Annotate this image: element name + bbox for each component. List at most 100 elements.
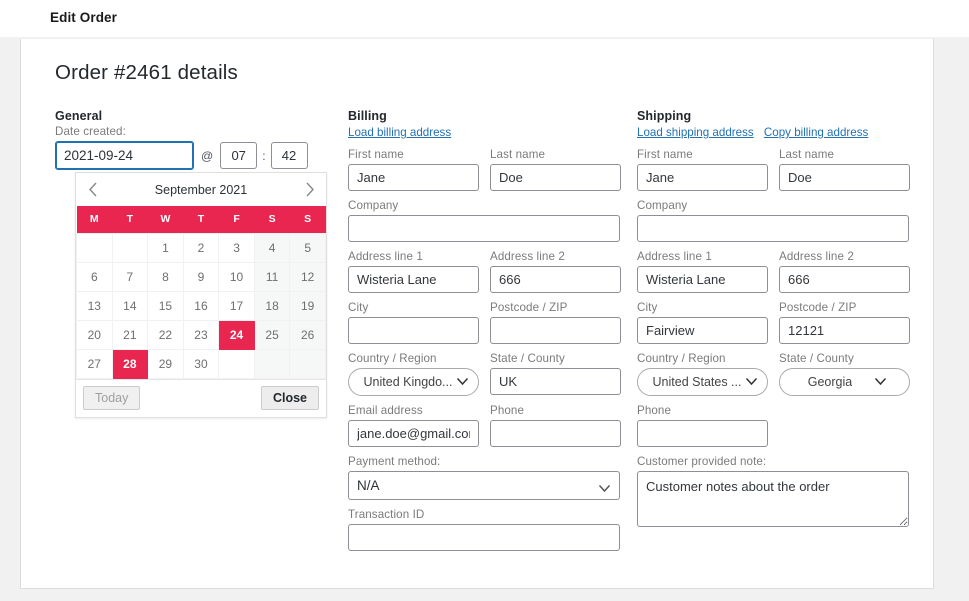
weekday-header: W: [147, 206, 184, 233]
datepicker-header: September 2021: [76, 173, 326, 206]
datepicker-day-cell[interactable]: 6: [76, 261, 113, 292]
billing-company-input[interactable]: [348, 215, 620, 242]
datepicker-day-cell[interactable]: 25: [253, 319, 291, 350]
datepicker-day-cell[interactable]: 1: [147, 232, 184, 263]
shipping-phone-field: Phone: [637, 404, 768, 447]
datepicker-day-cell[interactable]: 30: [182, 348, 220, 379]
shipping-phone-input[interactable]: [637, 420, 768, 447]
datepicker-day-cell[interactable]: 18: [253, 290, 291, 321]
billing-last-name-label: Last name: [490, 148, 546, 161]
chevron-down-icon: [874, 373, 887, 391]
shipping-company-field: Company: [637, 199, 909, 242]
datepicker-day-cell[interactable]: 4: [253, 232, 291, 263]
billing-country-row: Country / Region United Kingdo... State …: [348, 352, 638, 404]
billing-phone-input[interactable]: [490, 420, 621, 447]
billing-last-name-field: Last name: [490, 148, 621, 191]
datepicker-day-cell[interactable]: 2: [182, 232, 220, 263]
datepicker-day-cell[interactable]: 12: [289, 261, 326, 292]
shipping-address2-input[interactable]: [779, 266, 910, 293]
billing-transaction-input[interactable]: [348, 524, 620, 551]
shipping-address1-input[interactable]: [637, 266, 768, 293]
datepicker-day-cell[interactable]: 14: [111, 290, 149, 321]
billing-city-input[interactable]: [348, 317, 479, 344]
datepicker-day-cell[interactable]: 23: [182, 319, 220, 350]
datepicker-week-row: 12345: [76, 232, 326, 263]
datepicker-day-cell[interactable]: 19: [289, 290, 326, 321]
billing-country-select[interactable]: United Kingdo...: [348, 368, 479, 396]
general-heading: General: [55, 109, 103, 123]
datepicker-day-cell[interactable]: 22: [147, 319, 184, 350]
billing-postcode-label: Postcode / ZIP: [490, 301, 568, 314]
weekday-header: T: [183, 206, 219, 233]
datepicker-day-cell[interactable]: 3: [218, 232, 255, 263]
weekday-header: T: [112, 206, 148, 233]
datepicker-day-cell[interactable]: 21: [111, 319, 149, 350]
customer-note-textarea[interactable]: [637, 471, 909, 527]
shipping-last-name-label: Last name: [779, 148, 835, 161]
today-button[interactable]: Today: [83, 385, 141, 410]
billing-last-name-input[interactable]: [490, 164, 621, 191]
datepicker-day-cell[interactable]: 16: [182, 290, 220, 321]
billing-address2-field: Address line 2: [490, 250, 621, 293]
shipping-country-field: Country / Region United States ...: [637, 352, 768, 396]
payment-method-select[interactable]: N/A: [348, 471, 620, 500]
datepicker-day-cell[interactable]: 7: [111, 261, 149, 292]
datepicker-day-cell[interactable]: 11: [253, 261, 291, 292]
shipping-column: Shipping Load shipping address Copy bill…: [637, 109, 929, 535]
copy-billing-address-link[interactable]: Copy billing address: [764, 126, 868, 139]
hour-input[interactable]: [220, 142, 258, 169]
shipping-state-select[interactable]: Georgia: [779, 368, 910, 396]
datepicker-week-row: 27 28 29 30: [76, 348, 326, 379]
datepicker-day-cell[interactable]: 28: [111, 348, 149, 379]
billing-company-label: Company: [348, 199, 399, 212]
browser-top-bar: Edit Order: [0, 0, 969, 37]
time-colon: :: [262, 148, 266, 163]
shipping-first-name-input[interactable]: [637, 164, 768, 191]
billing-first-name-input[interactable]: [348, 164, 479, 191]
date-created-input[interactable]: [55, 141, 194, 170]
datepicker-day-cell[interactable]: 17: [218, 290, 255, 321]
billing-phone-label: Phone: [490, 404, 525, 417]
chevron-left-icon[interactable]: [78, 173, 108, 206]
datepicker-day-cell[interactable]: 5: [289, 232, 326, 263]
datepicker-day-cell[interactable]: 8: [147, 261, 184, 292]
shipping-name-row: First name Last name: [637, 148, 929, 199]
shipping-last-name-input[interactable]: [779, 164, 910, 191]
datepicker-empty-cell: [76, 232, 113, 263]
datepicker-popup[interactable]: September 2021 M T W T F S S 1 2 3 4 5 6…: [75, 172, 327, 418]
load-billing-address-link[interactable]: Load billing address: [348, 126, 451, 139]
datepicker-day-cell[interactable]: 20: [76, 319, 113, 350]
shipping-address-row: Address line 1 Address line 2: [637, 250, 929, 301]
scrollbar-gutter[interactable]: [935, 37, 969, 601]
billing-address1-input[interactable]: [348, 266, 479, 293]
datepicker-day-cell[interactable]: 9: [182, 261, 220, 292]
billing-address2-input[interactable]: [490, 266, 621, 293]
datepicker-day-cell[interactable]: 15: [147, 290, 184, 321]
close-button[interactable]: Close: [260, 385, 319, 410]
general-column: General Date created: @ : September 2021: [55, 109, 345, 418]
datepicker-day-cell[interactable]: 27: [76, 348, 113, 379]
shipping-postcode-input[interactable]: [779, 317, 910, 344]
billing-state-input[interactable]: [490, 368, 621, 395]
datepicker-day-cell[interactable]: 10: [218, 261, 255, 292]
shipping-country-select[interactable]: United States ...: [637, 368, 768, 396]
shipping-address1-label: Address line 1: [637, 250, 712, 263]
window-title: Edit Order: [50, 10, 118, 25]
billing-postcode-input[interactable]: [490, 317, 621, 344]
billing-email-input[interactable]: [348, 420, 479, 447]
datepicker-day-cell[interactable]: 24: [218, 319, 255, 350]
customer-note-label: Customer provided note:: [637, 455, 767, 468]
shipping-postcode-field: Postcode / ZIP: [779, 301, 910, 344]
billing-first-name-field: First name: [348, 148, 479, 191]
minute-input[interactable]: [270, 142, 308, 169]
chevron-right-icon[interactable]: [294, 173, 324, 206]
billing-payment-field: Payment method: N/A: [348, 455, 620, 500]
shipping-city-field: City: [637, 301, 768, 344]
datepicker-day-cell[interactable]: 13: [76, 290, 113, 321]
load-shipping-address-link[interactable]: Load shipping address: [637, 126, 754, 139]
shipping-city-input[interactable]: [637, 317, 768, 344]
shipping-company-input[interactable]: [637, 215, 909, 242]
datepicker-day-cell[interactable]: 29: [147, 348, 184, 379]
datepicker-day-cell[interactable]: 26: [289, 319, 326, 350]
billing-address1-field: Address line 1: [348, 250, 479, 293]
